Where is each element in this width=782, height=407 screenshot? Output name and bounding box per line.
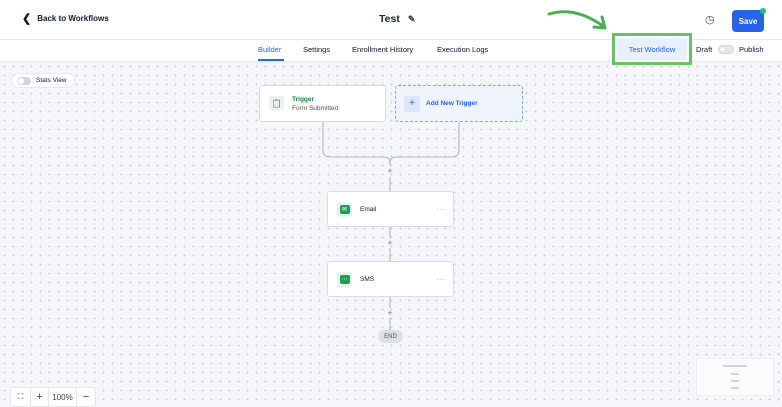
chat-bubble-icon: ⋯	[337, 271, 352, 287]
stats-view-switch[interactable]	[17, 76, 31, 85]
tab-builder[interactable]: Builder	[258, 45, 281, 54]
stats-view-toggle[interactable]: Stats View	[11, 73, 75, 88]
active-tab-indicator	[258, 59, 284, 61]
end-marker: END	[378, 330, 403, 343]
tab-execution-logs[interactable]: Execution Logs	[437, 45, 488, 54]
plus-icon: +	[404, 95, 420, 112]
add-step-plus-button[interactable]: +	[385, 166, 395, 176]
email-action-label: Email	[360, 205, 377, 213]
zoom-level: 100%	[49, 388, 77, 406]
zoom-in-button[interactable]: +	[31, 388, 49, 406]
workflow-title-text: Test	[379, 13, 400, 25]
zoom-out-button[interactable]: −	[77, 388, 95, 406]
more-options-icon[interactable]: ···	[437, 275, 447, 284]
trigger-subtitle: Form Submitted	[292, 104, 339, 112]
back-label: Back to Workflows	[37, 14, 109, 23]
add-new-trigger-button[interactable]: + Add New Trigger	[395, 85, 523, 122]
publish-toggle[interactable]	[718, 45, 734, 54]
trigger-node[interactable]: 📋 Trigger Form Submitted	[259, 85, 386, 122]
minimap[interactable]	[696, 358, 774, 396]
annotation-arrow	[547, 10, 607, 30]
email-action-node[interactable]: ✉ Email ···	[327, 191, 454, 227]
more-options-icon[interactable]: ···	[437, 205, 447, 214]
zoom-controls: ⛶ + 100% −	[10, 387, 96, 407]
save-button[interactable]: Save	[732, 10, 764, 32]
tab-enrollment-history[interactable]: Enrollment History	[352, 45, 413, 54]
envelope-icon: ✉	[337, 201, 352, 217]
workflow-canvas[interactable]	[0, 62, 782, 407]
draft-label: Draft	[696, 45, 713, 54]
clipboard-icon: 📋	[269, 96, 284, 111]
stats-view-label: Stats View	[36, 77, 67, 84]
sms-action-label: SMS	[360, 275, 375, 283]
add-trigger-label: Add New Trigger	[426, 100, 478, 107]
back-to-workflows-link[interactable]: ❮ Back to Workflows	[22, 12, 109, 25]
fit-screen-icon[interactable]: ⛶	[11, 388, 31, 406]
add-step-plus-button[interactable]: +	[385, 238, 395, 248]
pencil-icon[interactable]: ✎	[408, 14, 416, 25]
status-dot	[760, 8, 766, 14]
tab-settings[interactable]: Settings	[303, 45, 330, 54]
sms-action-node[interactable]: ⋯ SMS ···	[327, 261, 454, 297]
add-step-plus-button[interactable]: +	[385, 308, 395, 318]
test-workflow-button[interactable]: Test Workflow	[617, 38, 687, 60]
publish-label: Publish	[739, 45, 764, 54]
workflow-title: Test ✎	[379, 13, 415, 25]
chevron-left-icon: ❮	[22, 12, 32, 25]
history-icon[interactable]: ◷	[705, 13, 715, 26]
trigger-title: Trigger	[292, 95, 315, 103]
